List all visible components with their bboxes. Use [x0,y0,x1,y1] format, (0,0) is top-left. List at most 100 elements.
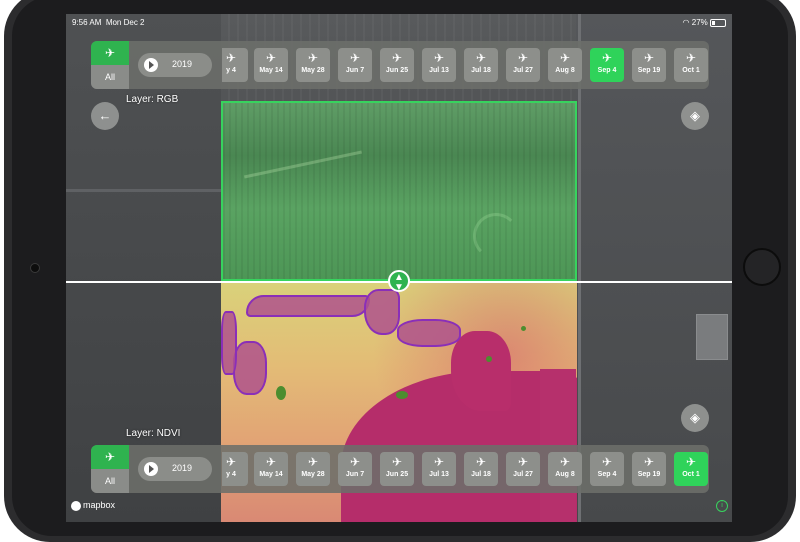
info-icon: i [721,502,723,509]
flight-date-chip[interactable]: ✈ Sep 4 [590,452,624,486]
airplane-icon: ✈ [349,51,361,65]
play-icon[interactable] [144,462,158,476]
flight-date-list[interactable]: ✈ y 4 ✈ May 14 ✈ May 28 ✈ Jun 7 ✈ Jun 25 ✈ Jul… [222,445,709,493]
status-right: ◠ 27% [683,18,726,27]
layers-button-top[interactable]: ◈ [681,102,709,130]
flight-date-chip[interactable]: ✈ May 14 [254,48,288,82]
ndvi-problem-zone [246,295,370,317]
flight-date-chip[interactable]: ✈ Jul 27 [506,48,540,82]
all-button[interactable]: All [91,65,129,89]
flight-date-chip-selected[interactable]: ✈ Oct 1 [674,452,708,486]
farm-building [696,314,728,360]
airplane-icon: ✈ [475,51,487,65]
flight-date-chip[interactable]: ✈ Jul 13 [422,48,456,82]
field-streak [473,213,519,259]
ndvi-high-spot [521,326,526,331]
battery-icon [710,18,726,27]
ndvi-problem-zone [221,311,237,375]
ndvi-high-spot [276,386,286,400]
screen: ▲ ▼ 9:56 AM Mon Dec 2 ◠ 27% ✈ All 2019 ✈ y… [66,14,732,522]
airplane-icon[interactable]: ✈ [91,445,129,469]
airplane-icon: ✈ [517,455,529,469]
back-button[interactable]: ← [91,102,119,130]
flight-date-chip[interactable]: ✈ Jul 18 [464,48,498,82]
flight-date-chip[interactable]: ✈ Jun 7 [338,452,372,486]
play-icon[interactable] [144,58,158,72]
wifi-icon: ◠ [682,18,690,27]
all-flights-toggle[interactable]: ✈ All [91,445,129,493]
airplane-icon: ✈ [643,51,655,65]
road [66,189,221,192]
airplane-icon: ✈ [475,455,487,469]
flight-date-chip[interactable]: ✈ Jul 27 [506,452,540,486]
flight-date-chip-selected[interactable]: ✈ Sep 4 [590,48,624,82]
layers-icon: ◈ [690,410,700,425]
airplane-icon: ✈ [349,455,361,469]
flight-date-chip[interactable]: ✈ Jun 7 [338,48,372,82]
field-streak [243,150,363,179]
airplane-icon: ✈ [685,51,697,65]
rgb-field-overlay[interactable] [221,101,577,281]
ndvi-problem-zone [364,289,400,335]
ndvi-high-spot [396,391,408,399]
compare-handle[interactable]: ▲ ▼ [388,270,410,293]
airplane-icon: ✈ [391,455,403,469]
airplane-icon: ✈ [433,455,445,469]
arrow-left-icon: ← [98,108,112,123]
airplane-icon: ✈ [685,455,697,469]
airplane-icon: ✈ [559,51,571,65]
airplane-icon: ✈ [433,51,445,65]
airplane-icon: ✈ [265,51,277,65]
flight-date-chip[interactable]: ✈ Sep 19 [632,452,666,486]
ndvi-problem-zone [397,319,461,347]
airplane-icon: ✈ [601,455,613,469]
flight-date-chip[interactable]: ✈ May 14 [254,452,288,486]
mapbox-attribution[interactable]: mapbox [71,500,115,511]
flight-date-chip[interactable]: ✈ y 4 [222,452,248,486]
airplane-icon: ✈ [517,51,529,65]
airplane-icon: ✈ [307,455,319,469]
up-down-arrows-icon: ▲ ▼ [394,272,404,293]
airplane-icon: ✈ [391,51,403,65]
year-label: 2019 [172,59,193,69]
status-bar: 9:56 AM Mon Dec 2 ◠ 27% [66,14,732,30]
flight-date-chip[interactable]: ✈ Sep 19 [632,48,666,82]
layer-label-rgb: Layer: RGB [126,94,179,105]
flight-date-chip[interactable]: ✈ Jun 25 [380,48,414,82]
year-playback-button[interactable]: 2019 [138,53,212,77]
flight-date-chip[interactable]: ✈ y 4 [222,48,248,82]
airplane-icon[interactable]: ✈ [91,41,129,65]
flight-date-chip[interactable]: ✈ May 28 [296,48,330,82]
status-time: 9:56 AM Mon Dec 2 [72,18,145,27]
airplane-icon: ✈ [307,51,319,65]
flight-date-chip[interactable]: ✈ Jul 18 [464,452,498,486]
info-button[interactable]: i [716,500,728,512]
airplane-icon: ✈ [601,51,613,65]
airplane-icon: ✈ [225,51,237,65]
all-flights-toggle[interactable]: ✈ All [91,41,129,89]
year-playback-button[interactable]: 2019 [138,457,212,481]
flight-date-chip[interactable]: ✈ Jul 13 [422,452,456,486]
flight-date-chip[interactable]: ✈ May 28 [296,452,330,486]
ndvi-high-spot [486,356,492,362]
mapbox-logo-icon [71,500,81,511]
airplane-icon: ✈ [225,455,237,469]
year-label: 2019 [172,463,193,473]
flight-date-chip[interactable]: ✈ Aug 8 [548,48,582,82]
airplane-icon: ✈ [265,455,277,469]
layers-button-bottom[interactable]: ◈ [681,404,709,432]
layers-icon: ◈ [690,108,700,123]
flight-date-chip[interactable]: ✈ Jun 25 [380,452,414,486]
timeline-top: ✈ All 2019 ✈ y 4 ✈ May 14 ✈ May 28 ✈ Jun 7 ✈… [91,41,709,89]
flight-date-chip[interactable]: ✈ Oct 1 [674,48,708,82]
flight-date-chip[interactable]: ✈ Aug 8 [548,452,582,486]
layer-label-ndvi: Layer: NDVI [126,428,181,439]
airplane-icon: ✈ [643,455,655,469]
all-button[interactable]: All [91,469,129,493]
flight-date-list[interactable]: ✈ y 4 ✈ May 14 ✈ May 28 ✈ Jun 7 ✈ Jun 25 ✈ Jul… [222,41,709,89]
timeline-bottom: ✈ All 2019 ✈ y 4 ✈ May 14 ✈ May 28 ✈ Jun 7 ✈… [91,445,709,493]
home-button[interactable] [743,248,781,286]
airplane-icon: ✈ [559,455,571,469]
ndvi-low-zone [451,331,511,411]
ndvi-problem-zone [233,341,267,395]
